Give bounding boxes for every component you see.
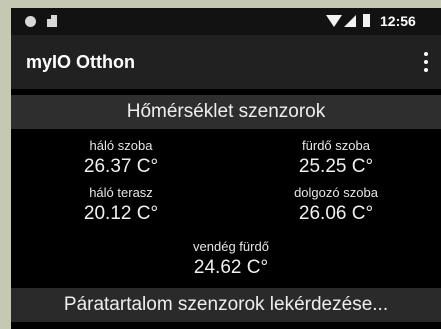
sd-card-icon <box>47 15 57 27</box>
sensor-value: 25.25 C° <box>298 156 374 177</box>
sensor-value: 26.37 C° <box>83 156 159 177</box>
sensor-value: 24.62 C° <box>193 257 269 278</box>
sensor-value: 26.06 C° <box>298 203 374 224</box>
sensor-name: dolgozó szoba <box>294 185 378 200</box>
sensor-name: fürdő szoba <box>302 138 370 153</box>
app-title: myIO Otthon <box>26 52 135 72</box>
more-vert-icon[interactable] <box>415 49 439 75</box>
sensor-dolgozo-szoba: dolgozó szoba 26.06 C° <box>266 185 406 226</box>
sensor-value: 20.12 C° <box>83 203 159 224</box>
status-time: 12:56 <box>380 13 416 29</box>
battery-icon <box>363 14 370 27</box>
temperature-section-header: Hőmérséklet szenzorok <box>11 95 441 129</box>
humidity-section-header: Páratartalom szenzorok lekérdezése... <box>11 288 441 322</box>
sensor-name: háló szoba <box>89 138 153 153</box>
signal-icon <box>344 15 356 27</box>
notification-dot-icon <box>25 16 36 27</box>
status-bar: 12:56 <box>11 8 441 35</box>
sensor-halo-terasz: háló terasz 20.12 C° <box>51 185 191 226</box>
sensor-furdo-szoba: fürdő szoba 25.25 C° <box>266 138 406 179</box>
sensor-halo-szoba: háló szoba 26.37 C° <box>51 138 191 179</box>
sensor-vendeg-furdo: vendég fürdő 24.62 C° <box>161 239 301 280</box>
app-bar: myIO Otthon <box>11 35 441 89</box>
wifi-icon <box>326 15 342 27</box>
phone-screen: 12:56 myIO Otthon Hőmérséklet szenzorok … <box>11 8 441 329</box>
sensor-name: háló terasz <box>89 185 153 200</box>
sensor-name: vendég fürdő <box>193 239 269 254</box>
